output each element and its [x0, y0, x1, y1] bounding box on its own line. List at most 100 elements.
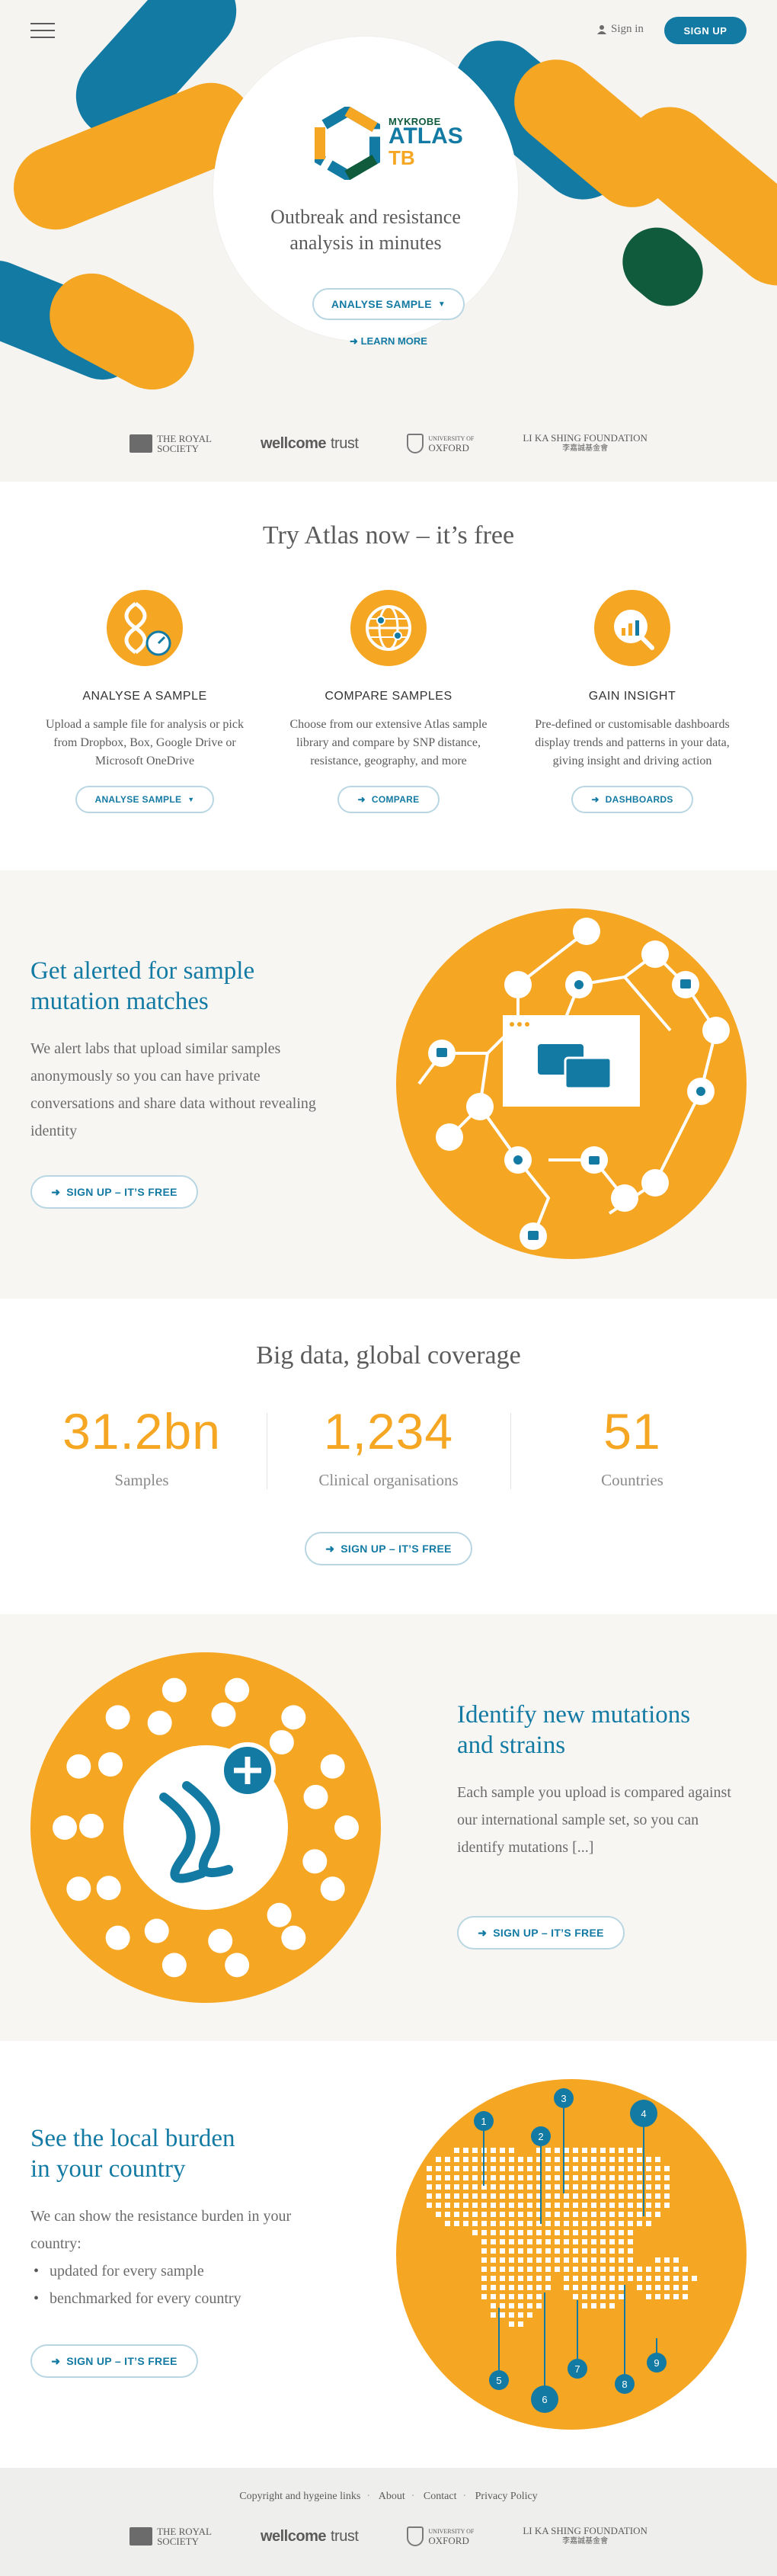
map-dot [491, 2184, 496, 2190]
map-dot [518, 2276, 523, 2281]
map-dot [555, 2184, 560, 2190]
analyse-sample-button[interactable]: ANALYSE SAMPLE ▼ [312, 288, 465, 320]
map-dot [564, 2267, 569, 2272]
map-dot [628, 2148, 633, 2153]
map-dot [472, 2148, 478, 2153]
map-dot [655, 2193, 660, 2199]
map-dot [445, 2203, 450, 2208]
signin-link[interactable]: Sign in [597, 23, 644, 36]
footer-link-privacy[interactable]: Privacy Policy [475, 2491, 538, 2502]
feature-compare-button[interactable]: ➜ COMPARE [337, 786, 440, 813]
mutations-signup-button[interactable]: ➜ SIGN UP – IT’S FREE [457, 1916, 625, 1950]
stat-samples-value: 31.2bn [62, 1403, 221, 1459]
map-dot [463, 2221, 468, 2226]
map-marker-label: 9 [654, 2357, 659, 2369]
map-dot [527, 2294, 532, 2299]
map-dot [600, 2166, 606, 2171]
map-dot [619, 2230, 624, 2235]
footer-link-contact[interactable]: Contact [424, 2491, 457, 2502]
map-dot [628, 2193, 633, 2199]
map-dot [600, 2203, 606, 2208]
map-dot [500, 2175, 505, 2180]
footer-link-about[interactable]: About [379, 2491, 405, 2502]
footer-link-copyright[interactable]: Copyright and hygeine links [239, 2491, 360, 2502]
map-dot [637, 2212, 642, 2217]
map-dot [619, 2166, 624, 2171]
map-dot [500, 2312, 505, 2318]
map-dot [573, 2230, 578, 2235]
map-dot [518, 2248, 523, 2254]
map-dot [564, 2285, 569, 2290]
map-dot [555, 2248, 560, 2254]
map-dot [518, 2294, 523, 2299]
map-dot [491, 2303, 496, 2308]
stats-signup-button[interactable]: ➜ SIGN UP – IT’S FREE [305, 1532, 472, 1565]
map-dot [637, 2193, 642, 2199]
li-ka-shing-logo: LI KA SHING FOUNDATION 李嘉誠基金會 [523, 433, 648, 454]
map-dot [573, 2193, 578, 2199]
map-dot [545, 2148, 551, 2153]
map-dot [600, 2230, 606, 2235]
dna-badge-icon [144, 1918, 169, 1943]
map-dot [527, 2267, 532, 2272]
alert-title: Get alerted for sample mutation matches [30, 956, 254, 1017]
signup-button[interactable]: SIGN UP [664, 17, 747, 44]
arrow-circle-icon: ➜ [51, 2354, 61, 2367]
map-dot [454, 2148, 459, 2153]
footer-partner-logos: THE ROYAL SOCIETY wellcome trust UNIVERSI… [0, 2526, 777, 2547]
map-dot [609, 2221, 615, 2226]
dna-badge-icon [320, 1754, 345, 1779]
map-marker-label: 4 [641, 2108, 646, 2119]
map-dot [573, 2276, 578, 2281]
map-dot [655, 2184, 660, 2190]
map-dot [582, 2203, 587, 2208]
footer: Copyright and hygeine links · About · Cont… [0, 2468, 777, 2576]
dna-badge-icon [225, 1677, 250, 1703]
dna-badge-icon [66, 1876, 91, 1902]
map-dot [545, 2212, 551, 2217]
map-dot [609, 2175, 615, 2180]
map-dot [573, 2267, 578, 2272]
map-dot [591, 2257, 596, 2263]
map-dot [518, 2221, 523, 2226]
feature-compare-heading: COMPARE SAMPLES [325, 690, 452, 703]
map-dot [564, 2257, 569, 2263]
map-dot [500, 2294, 505, 2299]
map-dot [609, 2184, 615, 2190]
map-dot [509, 2184, 514, 2190]
map-dot [564, 2203, 569, 2208]
map-dot [481, 2203, 487, 2208]
feature-analyse-button[interactable]: ANALYSE SAMPLE ▼ [75, 786, 214, 813]
dna-gauge-icon [107, 590, 183, 666]
map-dot [427, 2193, 432, 2199]
map-dot [518, 2239, 523, 2244]
oxford-logo: UNIVERSITY OF OXFORD [407, 2526, 474, 2546]
alert-section: Get alerted for sample mutation matches … [0, 870, 777, 1299]
map-dot [555, 2148, 560, 2153]
separator: · [462, 2491, 467, 2502]
map-dot [555, 2230, 560, 2235]
map-dot [582, 2248, 587, 2254]
alert-signup-button[interactable]: ➜ SIGN UP – IT’S FREE [30, 1175, 198, 1209]
map-dot [655, 2257, 660, 2263]
map-dot [646, 2157, 651, 2162]
dna-badge-icon [281, 1925, 306, 1950]
map-dot [555, 2221, 560, 2226]
map-dot [536, 2276, 542, 2281]
dna-badge-icon [105, 1705, 130, 1730]
map-dot [518, 2267, 523, 2272]
feature-insight-button[interactable]: ➜ DASHBOARDS [571, 786, 693, 813]
map-dot [683, 2267, 688, 2272]
burden-signup-button[interactable]: ➜ SIGN UP – IT’S FREE [30, 2344, 198, 2378]
map-dot [481, 2221, 487, 2226]
map-dot [436, 2193, 441, 2199]
map-dot [582, 2193, 587, 2199]
learn-more-link[interactable]: ➜ LEARN MORE [320, 335, 457, 348]
map-dot [564, 2230, 569, 2235]
feature-compare-button-label: COMPARE [371, 794, 420, 805]
map-dot [436, 2212, 441, 2217]
menu-icon[interactable] [30, 23, 55, 38]
oxford-logo: UNIVERSITY OF OXFORD [407, 434, 474, 453]
royal-society-logo: THE ROYAL SOCIETY [130, 434, 212, 453]
map-dot [555, 2203, 560, 2208]
